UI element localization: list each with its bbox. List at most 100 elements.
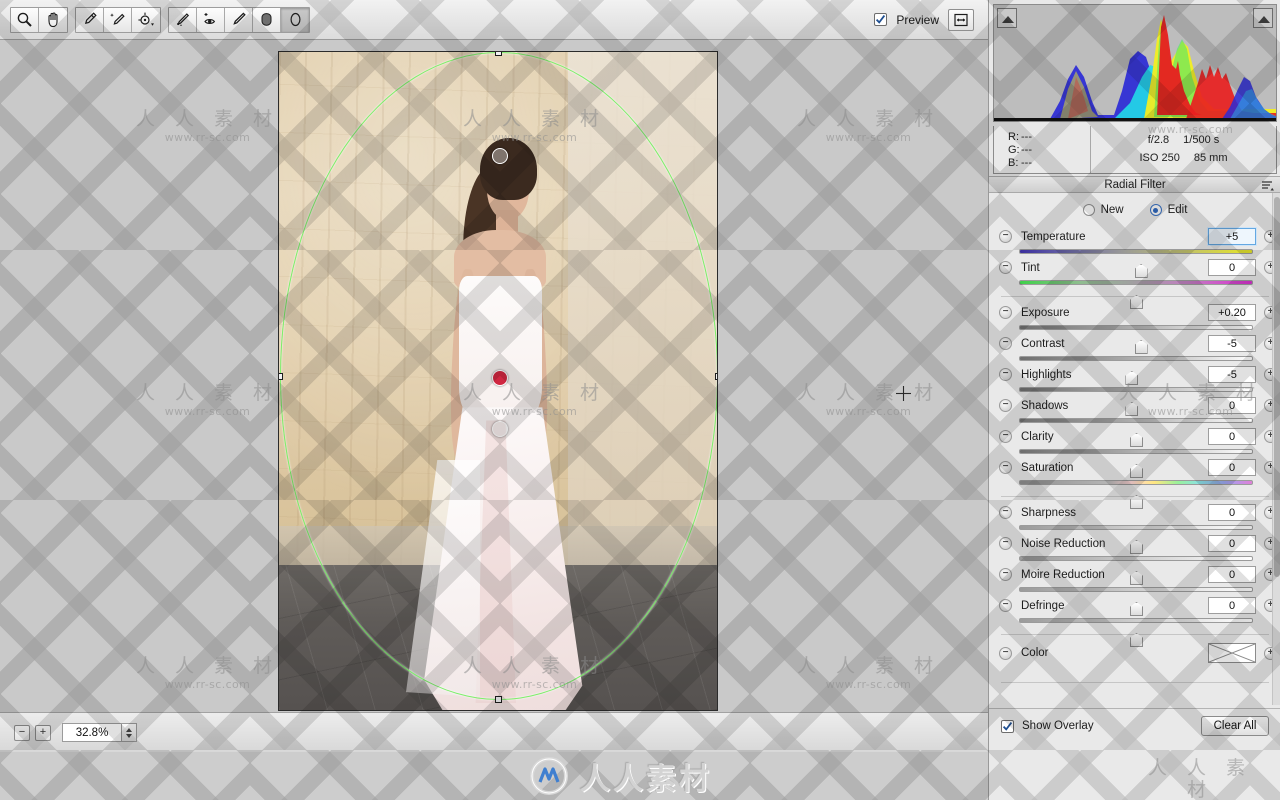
spot-removal-tool[interactable] bbox=[169, 7, 197, 32]
zoom-level-stepper[interactable] bbox=[122, 723, 137, 742]
rgb-readout: R: --- G:--- B: --- bbox=[994, 126, 1090, 173]
decrease-shadows-button[interactable]: − bbox=[999, 399, 1012, 412]
slider-track[interactable] bbox=[1019, 356, 1253, 385]
decrease-saturation-button[interactable]: − bbox=[999, 461, 1012, 474]
targeted-adjustment-tool[interactable] bbox=[132, 7, 160, 32]
slider-value-input[interactable]: +0.20 bbox=[1208, 304, 1256, 321]
slider-value-input[interactable]: -5 bbox=[1208, 366, 1256, 383]
slider-row-saturation: − Saturation 0 + bbox=[989, 459, 1280, 509]
red-eye-removal-tool[interactable] bbox=[197, 7, 225, 32]
adjustment-brush-tool[interactable] bbox=[225, 7, 253, 32]
radial-filter-panel: New Edit − Temperature +5 + − Tint 0 + − Exposure… bbox=[989, 193, 1280, 705]
decrease-clarity-button[interactable]: − bbox=[999, 430, 1012, 443]
fullscreen-toggle-button[interactable] bbox=[948, 8, 974, 31]
status-bar: − + 32.8% bbox=[0, 712, 988, 752]
radial-filter-pin-top[interactable] bbox=[492, 148, 508, 164]
slider-track[interactable] bbox=[1019, 449, 1253, 478]
slider-track[interactable] bbox=[1019, 480, 1253, 509]
decrease-noise-reduction-button[interactable]: − bbox=[999, 537, 1012, 550]
slider-value-input[interactable]: 0 bbox=[1208, 459, 1256, 476]
slider-row-defringe: − Defringe 0 + bbox=[989, 597, 1280, 647]
slider-value-input[interactable]: 0 bbox=[1208, 428, 1256, 445]
slider-label: Temperature bbox=[1021, 231, 1086, 243]
slider-row-shadows: − Shadows 0 + bbox=[989, 397, 1280, 447]
ellipse-handle-top[interactable] bbox=[495, 52, 502, 56]
slider-value-input[interactable]: 0 bbox=[1208, 259, 1256, 276]
decrease-sharpness-button[interactable]: − bbox=[999, 506, 1012, 519]
radio-new[interactable] bbox=[1082, 204, 1095, 216]
ellipse-handle-left[interactable] bbox=[279, 373, 283, 380]
decrease-temperature-button[interactable]: − bbox=[999, 230, 1012, 243]
ellipse-handle-bottom[interactable] bbox=[495, 696, 502, 703]
color-sampler-tool[interactable] bbox=[104, 7, 132, 32]
slider-label: Exposure bbox=[1021, 307, 1070, 319]
image-canvas[interactable] bbox=[0, 40, 988, 712]
preview-checkbox[interactable] bbox=[874, 13, 888, 26]
slider-track[interactable] bbox=[1019, 418, 1253, 447]
zoom-in-label: + bbox=[39, 726, 47, 738]
slider-row-contrast: − Contrast -5 + bbox=[989, 335, 1280, 385]
slider-value-input[interactable]: -5 bbox=[1208, 335, 1256, 352]
slider-track[interactable] bbox=[1019, 280, 1253, 309]
slider-track[interactable] bbox=[1019, 249, 1253, 278]
decrease-color-button[interactable]: − bbox=[999, 647, 1012, 660]
hand-tool[interactable] bbox=[39, 7, 67, 32]
watermark-footer: 人 人 素 材 www.rr-sc.com bbox=[1135, 757, 1265, 800]
panel-menu-icon[interactable] bbox=[1261, 180, 1275, 191]
slider-value-input[interactable]: +5 bbox=[1208, 228, 1256, 245]
decrease-tint-button[interactable]: − bbox=[999, 261, 1012, 274]
radial-filter-tool[interactable] bbox=[281, 7, 309, 32]
rgb-g-value: --- bbox=[1021, 144, 1032, 156]
decrease-highlights-button[interactable]: − bbox=[999, 368, 1012, 381]
decrease-exposure-button[interactable]: − bbox=[999, 306, 1012, 319]
panel-scrollbar[interactable] bbox=[1272, 193, 1280, 705]
rgb-g-key: G: bbox=[1008, 144, 1020, 156]
mode-edit-label: Edit bbox=[1167, 204, 1188, 216]
radial-filter-pin-secondary[interactable] bbox=[492, 421, 508, 437]
slider-value-input[interactable]: 0 bbox=[1208, 597, 1256, 614]
mode-edit[interactable]: Edit bbox=[1149, 204, 1188, 216]
slider-value-input[interactable]: 0 bbox=[1208, 535, 1256, 552]
radio-edit[interactable] bbox=[1149, 204, 1162, 216]
slider-row-clarity: − Clarity 0 + bbox=[989, 428, 1280, 478]
slider-track[interactable] bbox=[1019, 618, 1253, 647]
color-swatch[interactable] bbox=[1208, 643, 1256, 663]
color-label: Color bbox=[1021, 647, 1049, 659]
slider-track[interactable] bbox=[1019, 325, 1253, 354]
rgb-b-value: --- bbox=[1021, 157, 1032, 169]
slider-track[interactable] bbox=[1019, 525, 1253, 554]
mode-new[interactable]: New bbox=[1082, 204, 1124, 216]
slider-label: Defringe bbox=[1021, 600, 1065, 612]
shadow-clipping-button[interactable] bbox=[997, 8, 1017, 28]
slider-label: Contrast bbox=[1021, 338, 1065, 350]
zoom-in-button[interactable]: + bbox=[35, 724, 51, 741]
slider-track[interactable] bbox=[1019, 556, 1253, 585]
highlight-clipping-button[interactable] bbox=[1253, 8, 1273, 28]
ellipse-handle-right[interactable] bbox=[715, 373, 717, 380]
slider-value-input[interactable]: 0 bbox=[1208, 566, 1256, 583]
clear-all-button[interactable]: Clear All bbox=[1201, 716, 1269, 736]
slider-label: Clarity bbox=[1021, 431, 1054, 443]
show-overlay-checkbox[interactable] bbox=[1001, 719, 1014, 733]
slider-value-input[interactable]: 0 bbox=[1208, 397, 1256, 414]
slider-row-tint: − Tint 0 + bbox=[989, 259, 1280, 309]
graduated-filter-tool[interactable] bbox=[253, 7, 281, 32]
toolbar-group-retouch bbox=[168, 6, 310, 33]
zoom-out-button[interactable]: − bbox=[14, 724, 30, 741]
slider-label: Noise Reduction bbox=[1021, 538, 1106, 550]
slider-track[interactable] bbox=[1019, 587, 1253, 616]
white-balance-tool[interactable] bbox=[76, 7, 104, 32]
zoom-level-input[interactable]: 32.8% bbox=[62, 723, 122, 742]
decrease-moire-reduction-button[interactable]: − bbox=[999, 568, 1012, 581]
decrease-contrast-button[interactable]: − bbox=[999, 337, 1012, 350]
slider-label: Shadows bbox=[1021, 400, 1069, 412]
show-overlay-label: Show Overlay bbox=[1022, 720, 1094, 732]
slider-row-noise-reduction: − Noise Reduction 0 + bbox=[989, 535, 1280, 585]
slider-row-highlights: − Highlights -5 + bbox=[989, 366, 1280, 416]
slider-value-input[interactable]: 0 bbox=[1208, 504, 1256, 521]
radial-filter-pin-active[interactable] bbox=[492, 370, 508, 386]
image-info: R: --- G:--- B: --- f/2.8 1/500 s ISO 250 … bbox=[993, 126, 1277, 174]
zoom-tool[interactable] bbox=[11, 7, 39, 32]
slider-track[interactable] bbox=[1019, 387, 1253, 416]
decrease-defringe-button[interactable]: − bbox=[999, 599, 1012, 612]
